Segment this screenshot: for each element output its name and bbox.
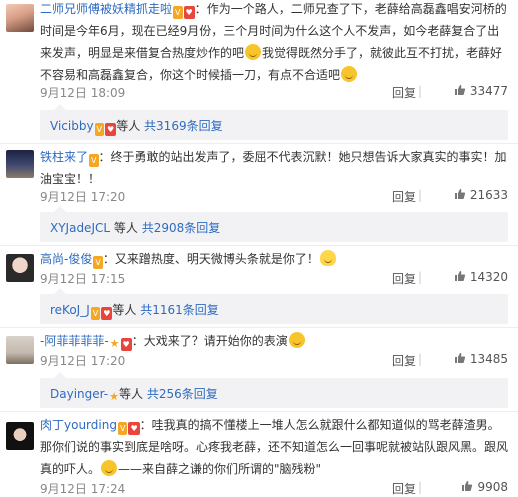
avatar[interactable] <box>6 254 34 282</box>
vip-badge-icon: V <box>89 154 99 167</box>
separator: ： <box>194 2 207 16</box>
separator: ： <box>139 418 152 432</box>
smile-emoji-icon <box>101 460 118 476</box>
like-button[interactable]: 9908 <box>461 480 508 494</box>
smile-emoji-icon <box>341 66 358 82</box>
comment-meta: 9月12日 17:24 回复 | 9908 <box>40 480 508 497</box>
member-badge-icon: ♥ <box>105 123 117 136</box>
duck-emoji-icon <box>319 250 336 266</box>
replies-summary[interactable]: XYJadeJCL 等人 共2908条回复 <box>40 206 508 242</box>
vip-badge-icon: V <box>173 6 183 19</box>
divider-bar: | <box>417 352 422 366</box>
member-badge-icon: ♥ <box>183 6 195 19</box>
comment-meta: 9月12日 17:20 回复 | 21633 <box>40 188 508 206</box>
divider-bar: | <box>417 270 422 284</box>
like-count: 14320 <box>469 270 508 284</box>
more-replies-link[interactable]: 共256条回复 <box>147 387 218 401</box>
divider <box>0 245 518 246</box>
comment-text: 大戏来了？请开始你的表演 <box>143 334 288 348</box>
reply-summary-text: 等人 <box>112 303 137 317</box>
member-badge-icon: ♥ <box>101 307 113 320</box>
separator: ： <box>131 334 144 348</box>
replies-summary[interactable]: reKoJ_J V ♥ 等人 共1161条回复 <box>40 288 508 324</box>
thumbs-up-icon <box>462 481 473 491</box>
reply-user-link[interactable]: reKoJ_J <box>50 303 90 317</box>
reply-user-link[interactable]: XYJadeJCL <box>50 221 110 235</box>
like-button[interactable]: 14320 <box>454 270 508 284</box>
avatar[interactable] <box>6 150 34 178</box>
more-replies-link[interactable]: 共3169条回复 <box>144 119 223 133</box>
like-button[interactable]: 33477 <box>454 84 508 98</box>
thumbs-up-icon <box>454 353 465 363</box>
divider <box>0 143 518 144</box>
like-count: 33477 <box>469 84 508 98</box>
timestamp: 9月12日 17:15 <box>40 272 126 286</box>
star-badge-icon: ★ <box>109 390 120 403</box>
comment-text: 终于勇敢的站出发声了，委屈不代表沉默！她只想告诉大家真实的事实！加油宝宝！！ <box>40 150 507 186</box>
reply-user-link[interactable]: Vicibby <box>50 119 94 133</box>
comment-meta: 9月12日 17:15 回复 | 14320 <box>40 270 508 288</box>
reply-button[interactable]: 回复 <box>392 84 416 101</box>
comment-body: 肉丁yourding V ♥ ：哇我真的搞不懂楼上一堆人怎么就跟什么都知道似的骂老薛渣… <box>40 414 508 480</box>
username-link[interactable]: 肉丁yourding <box>40 418 117 432</box>
comment-text: ——来自薛之谦的你们所谓的"脑残粉" <box>118 462 322 476</box>
vip-badge-icon: V <box>93 256 103 269</box>
reply-summary-text: 等人 <box>113 221 138 235</box>
smile-emoji-icon <box>288 332 305 348</box>
separator: ： <box>98 150 111 164</box>
comment-body: 二师兄师傅被妖精抓走啦 V ♥ ：作为一个路人，二师兄查了下，老薛给高磊鑫唱安河桥的时… <box>40 0 508 86</box>
avatar[interactable] <box>6 336 34 364</box>
vip-badge-icon: V <box>117 422 128 435</box>
comment-body: 铁柱来了 V ：终于勇敢的站出发声了，委屈不代表沉默！她只想告诉大家真实的事实！加油… <box>40 146 508 190</box>
vip-badge-icon: V <box>90 307 101 320</box>
separator: ： <box>102 252 115 266</box>
reply-summary-text: 等人 <box>119 387 144 401</box>
smile-emoji-icon <box>245 44 262 60</box>
thumbs-up-icon <box>454 189 465 199</box>
timestamp: 9月12日 17:20 <box>40 354 126 368</box>
timestamp: 9月12日 17:20 <box>40 190 126 204</box>
more-replies-link[interactable]: 共1161条回复 <box>140 303 219 317</box>
comment-meta: 9月12日 17:20 回复 | 13485 <box>40 352 508 370</box>
member-badge-icon: ♥ <box>128 422 140 435</box>
reply-user-link[interactable]: Dayinger- <box>50 387 108 401</box>
vip-badge-icon: V <box>94 123 105 136</box>
username-link[interactable]: -阿菲菲菲菲- <box>40 334 109 348</box>
comment-body: 高尚-俊俊 V ：又来蹭热度、明天微博头条就是你了！ <box>40 248 508 270</box>
reply-button[interactable]: 回复 <box>392 352 416 369</box>
divider <box>0 411 518 412</box>
reply-summary-text: 等人 <box>116 119 141 133</box>
username-link[interactable]: 二师兄师傅被妖精抓走啦 <box>40 2 172 16</box>
thumbs-up-icon <box>454 85 465 95</box>
member-badge-icon: ♥ <box>120 338 132 351</box>
reply-button[interactable]: 回复 <box>392 480 416 497</box>
avatar[interactable] <box>6 4 34 32</box>
reply-button[interactable]: 回复 <box>392 270 416 287</box>
comment-text: 又来蹭热度、明天微博头条就是你了！ <box>114 252 319 266</box>
avatar[interactable] <box>6 422 34 450</box>
divider <box>0 327 518 328</box>
star-badge-icon: ★ <box>109 337 120 350</box>
timestamp: 9月12日 17:24 <box>40 482 126 496</box>
divider-bar: | <box>417 188 422 202</box>
like-count: 9908 <box>477 480 508 494</box>
like-button[interactable]: 13485 <box>454 352 508 366</box>
thumbs-up-icon <box>454 271 465 281</box>
username-link[interactable]: 铁柱来了 <box>40 150 88 164</box>
divider-bar: | <box>417 480 422 494</box>
timestamp: 9月12日 18:09 <box>40 86 126 100</box>
reply-button[interactable]: 回复 <box>392 188 416 205</box>
more-replies-link[interactable]: 共2908条回复 <box>142 221 221 235</box>
like-count: 13485 <box>469 352 508 366</box>
username-link[interactable]: 高尚-俊俊 <box>40 252 92 266</box>
comment-body: -阿菲菲菲菲-★ ♥ ：大戏来了？请开始你的表演 <box>40 330 508 352</box>
like-count: 21633 <box>469 188 508 202</box>
like-button[interactable]: 21633 <box>454 188 508 202</box>
comment-meta: 9月12日 18:09 回复 | 33477 <box>40 84 508 102</box>
replies-summary[interactable]: Dayinger-★等人 共256条回复 <box>40 372 508 408</box>
replies-summary[interactable]: Vicibby V ♥ 等人 共3169条回复 <box>40 104 508 140</box>
divider-bar: | <box>417 84 422 98</box>
